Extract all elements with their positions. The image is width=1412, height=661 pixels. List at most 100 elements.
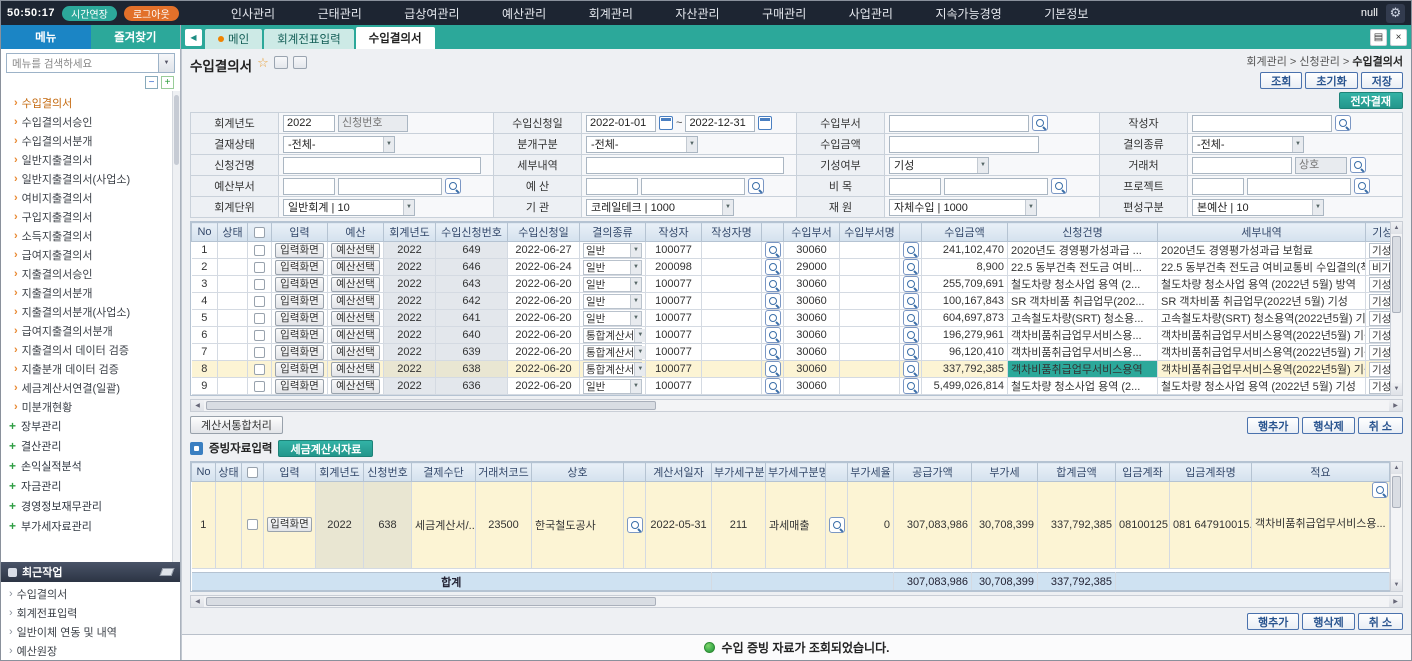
scroll-up-icon[interactable]: ▲ — [1391, 222, 1402, 234]
sidebar-item[interactable]: ›소득지출결의서 — [1, 226, 180, 245]
topbar-menu-item[interactable]: 근태관리 — [318, 5, 362, 22]
scrollbar-thumb[interactable] — [1392, 476, 1401, 508]
form-input[interactable] — [1192, 178, 1244, 195]
form-input[interactable] — [1247, 178, 1351, 195]
extend-time-button[interactable]: 시간연장 — [62, 6, 117, 21]
row-checkbox[interactable] — [254, 245, 265, 256]
sidebar-item[interactable]: ›미분개현황 — [1, 397, 180, 416]
row-budget_btn[interactable]: 예산선택 — [331, 379, 380, 394]
sidebar-item[interactable]: ›수입결의서 — [1, 93, 180, 112]
invoice-merge-button[interactable]: 계산서통합처리 — [190, 416, 283, 434]
sidebar-item[interactable]: ›급여지출결의서분개 — [1, 321, 180, 340]
new-window-icon[interactable] — [293, 56, 307, 69]
row-done-select[interactable]: 기성▼ — [1369, 243, 1390, 258]
search-icon[interactable] — [903, 276, 919, 292]
search-icon[interactable] — [765, 310, 781, 326]
row-checkbox[interactable] — [254, 313, 265, 324]
doc-tab[interactable]: 회계전표입력 — [264, 29, 353, 49]
row-budget_btn[interactable]: 예산선택 — [331, 362, 380, 377]
recent-item[interactable]: ›수입결의서 — [1, 584, 180, 603]
row-input_btn[interactable]: 입력화면 — [275, 311, 324, 326]
search-icon[interactable] — [1354, 178, 1370, 194]
row-done-select[interactable]: 기성▼ — [1369, 277, 1390, 292]
doc-tab[interactable]: 메인 — [205, 29, 262, 49]
row-budget_btn[interactable]: 예산선택 — [331, 294, 380, 309]
form-input[interactable] — [889, 115, 1029, 132]
search-icon[interactable] — [903, 293, 919, 309]
scroll-right-icon[interactable]: ▶ — [1389, 400, 1402, 411]
tab-list-icon[interactable]: ▤ — [1370, 29, 1387, 46]
sidebar-folder[interactable]: +결산관리 — [1, 436, 180, 456]
row-add-button[interactable]: 행추가 — [1247, 613, 1299, 630]
row-decision_type-select[interactable]: 일반▼ — [583, 379, 642, 394]
row-input_btn[interactable]: 입력화면 — [267, 517, 312, 532]
form-select[interactable]: -전체-▼ — [283, 136, 395, 153]
row-budget_btn[interactable]: 예산선택 — [331, 277, 380, 292]
row-checkbox[interactable] — [254, 347, 265, 358]
gear-icon[interactable]: ⚙ — [1386, 4, 1405, 23]
grid-row[interactable]: 6입력화면예산선택20226402022-06-20통합계산서▼10007730… — [192, 327, 1391, 344]
search-icon[interactable] — [627, 517, 643, 533]
scroll-left-icon[interactable]: ◀ — [191, 400, 204, 411]
grid-row[interactable]: 2입력화면예산선택20226462022-06-24일반▼20009829000… — [192, 259, 1391, 276]
row-budget_btn[interactable]: 예산선택 — [331, 311, 380, 326]
doc-tab[interactable]: 수입결의서 — [356, 27, 435, 49]
search-icon[interactable] — [903, 259, 919, 275]
form-input[interactable] — [944, 178, 1048, 195]
row-decision_type-select[interactable]: 통합계산서▼ — [583, 362, 642, 377]
scroll-left-icon[interactable]: ◀ — [191, 596, 204, 607]
row-checkbox[interactable] — [254, 364, 265, 375]
row-decision_type-select[interactable]: 통합계산서▼ — [583, 328, 642, 343]
row-done-select[interactable]: 기성▼ — [1369, 379, 1390, 394]
grid-row[interactable]: 3입력화면예산선택20226432022-06-20일반▼10007730060… — [192, 276, 1391, 293]
search-icon[interactable] — [765, 327, 781, 343]
search-icon[interactable] — [765, 378, 781, 394]
row-delete-button[interactable]: 행삭제 — [1302, 417, 1354, 434]
recent-item[interactable]: ›예산원장 — [1, 641, 180, 660]
form-input[interactable] — [641, 178, 745, 195]
tab-scroll-left-icon[interactable]: ◀ — [185, 29, 202, 46]
sidebar-item[interactable]: ›지출분개 데이터 검증 — [1, 359, 180, 378]
search-icon[interactable] — [903, 327, 919, 343]
search-icon[interactable] — [1372, 482, 1388, 498]
collapse-all-icon[interactable]: − — [145, 76, 158, 89]
topbar-menu-item[interactable]: 인사관리 — [231, 5, 275, 22]
scrollbar-thumb[interactable] — [1392, 236, 1401, 313]
query-button[interactable]: 조회 — [1260, 72, 1302, 89]
scroll-up-icon[interactable]: ▲ — [1391, 462, 1402, 474]
row-decision_type-select[interactable]: 통합계산서▼ — [583, 345, 642, 360]
sidebar-item[interactable]: ›급여지출결의서 — [1, 245, 180, 264]
form-input[interactable] — [1192, 115, 1332, 132]
row-budget_btn[interactable]: 예산선택 — [331, 243, 380, 258]
sidebar-item[interactable]: ›지출결의서승인 — [1, 264, 180, 283]
form-select[interactable]: -전체-▼ — [586, 136, 698, 153]
search-icon[interactable] — [903, 242, 919, 258]
topbar-menu-item[interactable]: 지속가능경영 — [935, 5, 1001, 22]
form-input[interactable] — [586, 157, 784, 174]
row-decision_type-select[interactable]: 일반▼ — [583, 277, 642, 292]
clear-recent-icon[interactable] — [160, 568, 175, 576]
row-done-select[interactable]: 기성▼ — [1369, 345, 1390, 360]
row-input_btn[interactable]: 입력화면 — [275, 294, 324, 309]
row-add-button[interactable]: 행추가 — [1247, 417, 1299, 434]
search-icon[interactable] — [903, 344, 919, 360]
chevron-down-icon[interactable]: ▼ — [158, 54, 174, 72]
row-checkbox[interactable] — [254, 330, 265, 341]
row-input_btn[interactable]: 입력화면 — [275, 328, 324, 343]
sidebar-item[interactable]: ›구입지출결의서 — [1, 207, 180, 226]
sidebar-folder[interactable]: +경영정보재무관리 — [1, 496, 180, 516]
row-done-select[interactable]: 기성▼ — [1369, 311, 1390, 326]
search-icon[interactable] — [765, 361, 781, 377]
scrollbar-thumb[interactable] — [174, 95, 179, 165]
close-icon[interactable]: × — [1390, 29, 1407, 46]
calendar-icon[interactable] — [659, 116, 673, 130]
sidebar-tab-favorites[interactable]: 즐겨찾기 — [91, 25, 181, 49]
search-icon[interactable] — [765, 293, 781, 309]
row-decision_type-select[interactable]: 일반▼ — [583, 311, 642, 326]
search-icon[interactable] — [1350, 157, 1366, 173]
topbar-menu-item[interactable]: 자산관리 — [675, 5, 719, 22]
form-input[interactable]: 2022 — [283, 115, 335, 132]
form-input[interactable] — [283, 178, 335, 195]
reset-button[interactable]: 초기화 — [1305, 72, 1357, 89]
row-checkbox[interactable] — [254, 279, 265, 290]
